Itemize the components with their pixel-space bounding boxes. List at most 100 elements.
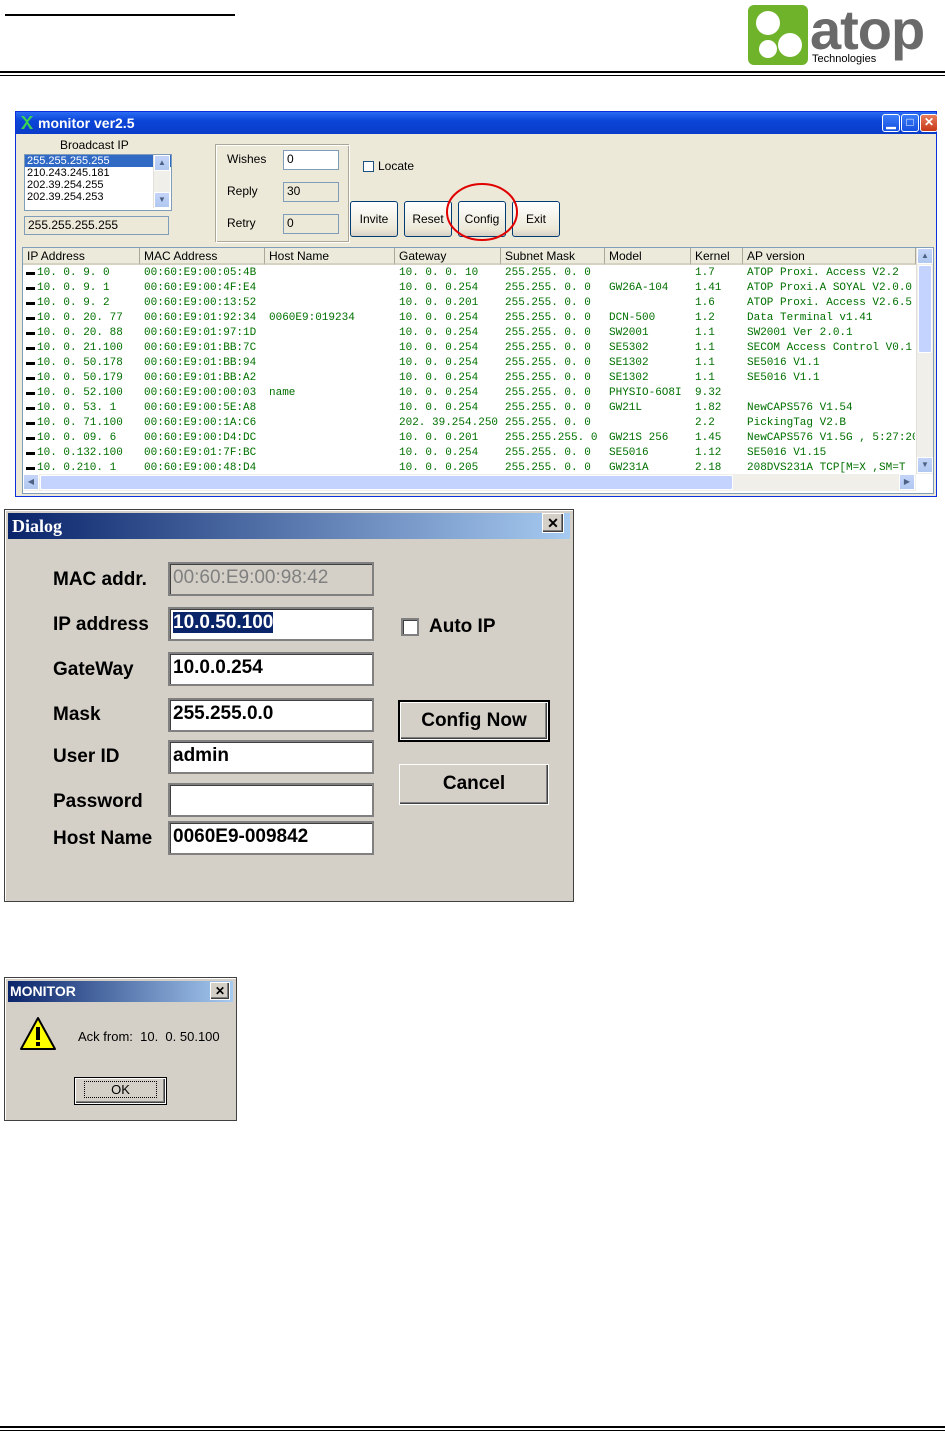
cell-kernel: 9.32	[695, 387, 722, 399]
host-name-input[interactable]: 0060E9-009842	[168, 821, 374, 855]
cell-ap-version: ATOP Proxi.A SOYAL V2.0.0 U	[747, 282, 915, 294]
col-host-name[interactable]: Host Name	[265, 248, 395, 265]
device-icon	[26, 377, 35, 380]
table-row[interactable]: 10. 0. 20. 77 00:60:E9:01:92:34 0060E9:019…	[23, 311, 916, 326]
host-name-label: Host Name	[53, 828, 153, 849]
msgbox-close-button[interactable]: ✕	[210, 982, 230, 1000]
table-row[interactable]: 10. 0.132.100 00:60:E9:01:7F:BC 10. 0. 0.2…	[23, 446, 916, 461]
cell-kernel: 1.45	[695, 432, 722, 444]
ok-button[interactable]: OK	[74, 1077, 167, 1105]
table-row[interactable]: 10. 0. 50.178 00:60:E9:01:BB:94 10. 0. 0.2…	[23, 356, 916, 371]
col-gateway[interactable]: Gateway	[395, 248, 501, 265]
cell-subnet: 255.255. 0. 0	[505, 342, 591, 354]
broadcast-ip-item[interactable]: 255.255.255.255	[25, 155, 171, 167]
cell-ap-version: NewCAPS576 V1.54	[747, 402, 853, 414]
scroll-up-icon[interactable]: ▲	[917, 248, 933, 264]
cell-model: SE1302	[609, 372, 649, 384]
mask-input[interactable]: 255.255.0.0	[168, 698, 374, 732]
cell-subnet: 255.255.255. 0	[505, 432, 598, 444]
retry-label: Retry	[227, 216, 256, 230]
cell-mac: 00:60:E9:00:5E:A8	[144, 402, 257, 414]
table-row[interactable]: 10. 0. 53. 1 00:60:E9:00:5E:A8 10. 0. 0.25…	[23, 401, 916, 416]
scroll-left-icon[interactable]: ◀	[23, 474, 39, 490]
cell-mac: 00:60:E9:00:00:03	[144, 387, 257, 399]
table-hscroll-thumb[interactable]	[40, 475, 733, 490]
table-row[interactable]: 10. 0. 50.179 00:60:E9:01:BB:A2 10. 0. 0.2…	[23, 371, 916, 386]
scroll-down-icon[interactable]: ▼	[154, 192, 170, 208]
dialog-close-button[interactable]: ✕	[542, 513, 564, 533]
gateway-input[interactable]: 10.0.0.254	[168, 652, 374, 686]
msgbox-message: Ack from: 10. 0. 50.100	[78, 1029, 220, 1044]
table-hscrollbar[interactable]: ◀ ▶	[23, 474, 916, 491]
minimize-button[interactable]: ▁	[882, 114, 900, 132]
table-row[interactable]: 10. 0. 21.100 00:60:E9:01:BB:7C 10. 0. 0.2…	[23, 341, 916, 356]
col-ap-version[interactable]: AP version	[743, 248, 916, 265]
device-icon	[26, 272, 35, 275]
auto-ip-checkbox[interactable]	[401, 618, 419, 636]
broadcast-ip-item[interactable]: 202.39.254.253	[25, 191, 171, 203]
broadcast-scrollbar[interactable]: ▲ ▼	[153, 155, 170, 208]
invite-button[interactable]: Invite	[350, 201, 398, 237]
device-icon	[26, 287, 35, 290]
col-subnet-mask[interactable]: Subnet Mask	[501, 248, 605, 265]
cell-kernel: 1.2	[695, 312, 715, 324]
user-id-input[interactable]: admin	[168, 740, 374, 774]
cell-kernel: 2.2	[695, 417, 715, 429]
dialog-titlebar[interactable]: Dialog	[8, 513, 570, 539]
table-row[interactable]: 10. 0. 20. 88 00:60:E9:01:97:1D 10. 0. 0.2…	[23, 326, 916, 341]
cell-model: GW21S 256	[609, 432, 669, 444]
table-row[interactable]: 10. 0. 9. 0 00:60:E9:00:05:4B 10. 0. 0. 10…	[23, 266, 916, 281]
ip-input[interactable]: 10.0.50.100	[168, 607, 374, 641]
locate-checkbox[interactable]	[363, 161, 374, 172]
user-id-label: User ID	[53, 746, 120, 767]
cell-gateway: 10. 0. 0.201	[399, 297, 479, 309]
table-row[interactable]: 10. 0. 9. 2 00:60:E9:00:13:52 10. 0. 0.201…	[23, 296, 916, 311]
maximize-button[interactable]: □	[901, 114, 919, 132]
table-row[interactable]: 10. 0. 71.100 00:60:E9:00:1A:C6 202. 39.25…	[23, 416, 916, 431]
wishes-input[interactable]: 0	[283, 150, 339, 170]
table-vscrollbar[interactable]: ▲ ▼	[916, 248, 933, 474]
msgbox-titlebar[interactable]: MONITOR	[8, 981, 233, 1002]
scroll-right-icon[interactable]: ▶	[899, 474, 915, 490]
table-row[interactable]: 10. 0. 52.100 00:60:E9:00:00:03 name 10. 0.…	[23, 386, 916, 401]
cell-ap-version: NewCAPS576 V1.5G , 5:27:20	[747, 432, 915, 444]
cell-subnet: 255.255. 0. 0	[505, 297, 591, 309]
broadcast-ip-listbox[interactable]: 255.255.255.255 210.243.245.181 202.39.2…	[24, 154, 172, 211]
scroll-up-icon[interactable]: ▲	[154, 155, 170, 171]
config-now-button[interactable]: Config Now	[398, 700, 550, 742]
cell-mac: 00:60:E9:01:7F:BC	[144, 447, 257, 459]
logo-subtitle: Technologies	[812, 53, 877, 65]
col-kernel[interactable]: Kernel	[691, 248, 743, 265]
cell-ap-version: SE5016 V1.1	[747, 372, 820, 384]
cell-subnet: 255.255. 0. 0	[505, 267, 591, 279]
atop-leaf-icon	[748, 5, 808, 65]
reply-field: 30	[283, 182, 339, 202]
col-model[interactable]: Model	[605, 248, 691, 265]
table-row[interactable]: 10. 0. 9. 1 00:60:E9:00:4F:E4 10. 0. 0.254…	[23, 281, 916, 296]
device-icon	[26, 422, 35, 425]
col-ip-address[interactable]: IP Address	[23, 248, 140, 265]
table-vscroll-thumb[interactable]	[918, 265, 932, 353]
cell-host: 0060E9:019234	[269, 312, 355, 324]
device-icon	[26, 407, 35, 410]
cell-gateway: 10. 0. 0.201	[399, 432, 479, 444]
password-input[interactable]	[168, 783, 374, 817]
table-row[interactable]: 10. 0. 09. 6 00:60:E9:00:D4:DC 10. 0. 0.20…	[23, 431, 916, 446]
broadcast-ip-item[interactable]: 202.39.254.255	[25, 179, 171, 191]
device-icon	[26, 302, 35, 305]
cell-gateway: 10. 0. 0.254	[399, 312, 479, 324]
monitor-titlebar[interactable]: monitor ver2.5 ▁ □ ✕	[16, 112, 938, 134]
broadcast-ip-field[interactable]: 255.255.255.255	[24, 216, 169, 235]
monitor-title: monitor ver2.5	[38, 115, 135, 131]
cell-ap-version: PickingTag V2.B	[747, 417, 847, 429]
cell-subnet: 255.255. 0. 0	[505, 372, 591, 384]
msgbox-title: MONITOR	[10, 983, 76, 999]
cell-subnet: 255.255. 0. 0	[505, 282, 591, 294]
scroll-down-icon[interactable]: ▼	[917, 457, 933, 473]
broadcast-ip-item[interactable]: 210.243.245.181	[25, 167, 171, 179]
cell-mac: 00:60:E9:00:4F:E4	[144, 282, 257, 294]
device-icon	[26, 452, 35, 455]
close-button[interactable]: ✕	[920, 114, 938, 132]
cancel-button[interactable]: Cancel	[399, 764, 549, 805]
col-mac-address[interactable]: MAC Address	[140, 248, 265, 265]
